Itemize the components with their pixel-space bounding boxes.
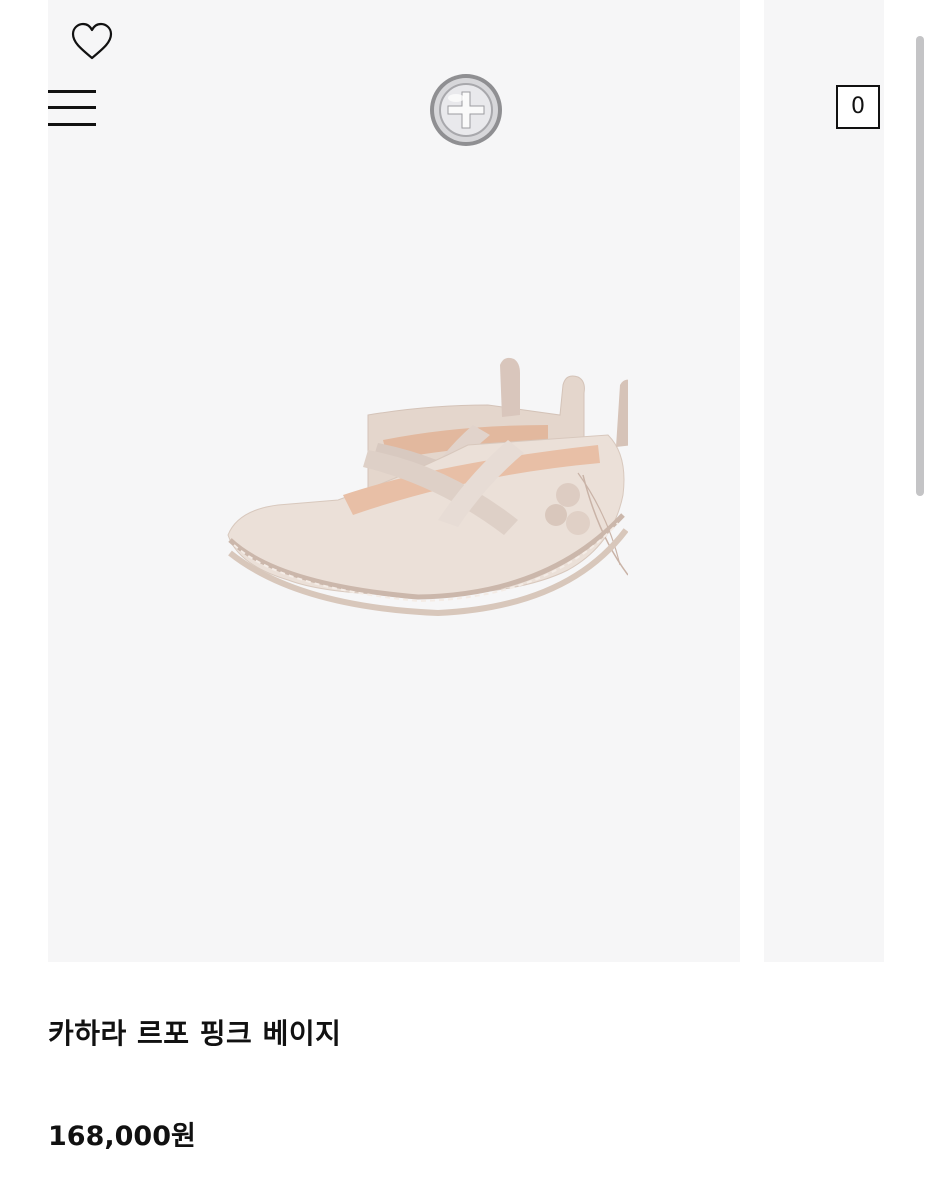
cart-count: 0 (851, 94, 865, 119)
seal-logo-icon (430, 74, 502, 146)
heart-icon[interactable] (70, 22, 114, 62)
scrollbar[interactable] (916, 36, 924, 496)
cart-button[interactable]: 0 (836, 85, 880, 129)
next-image-slide[interactable] (764, 0, 884, 962)
hamburger-menu-icon[interactable] (48, 88, 96, 128)
product-title: 카하라 르포 핑크 베이지 (48, 1017, 342, 1050)
product-image-slide[interactable] (48, 0, 740, 962)
product-image (227, 357, 628, 617)
brand-logo[interactable] (426, 68, 506, 152)
product-price: 168,000원 (48, 1121, 196, 1152)
